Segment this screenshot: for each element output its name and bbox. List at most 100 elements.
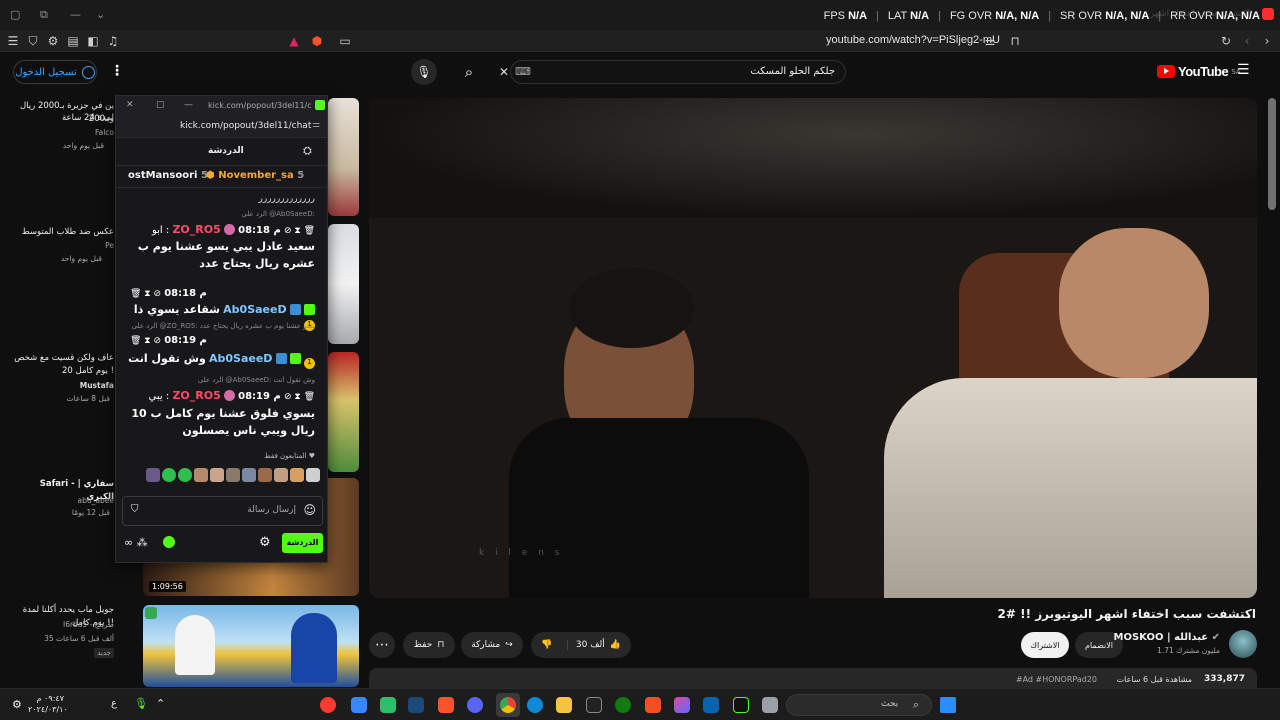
emote-bar[interactable]: [124, 468, 320, 484]
music-icon[interactable]: ♫: [106, 34, 120, 48]
mod-actions-icon[interactable]: 🗑 ⧗ ⊘: [130, 336, 161, 346]
emote-icon[interactable]: [226, 468, 240, 482]
kick-coin-icon[interactable]: [163, 536, 176, 548]
keyboard-icon[interactable]: ⌨: [515, 65, 531, 78]
related-title-3[interactable]: عاف ولكن قسيت مع شخص: [10, 352, 114, 365]
discord-icon[interactable]: [467, 697, 483, 713]
search-button-icon[interactable]: ⌕: [452, 59, 486, 85]
chat-username[interactable]: ZO_RO5: [172, 389, 220, 402]
related-channel-1[interactable]: Falco: [95, 128, 114, 137]
bookmark-icon[interactable]: ⊓: [1008, 34, 1022, 48]
related-thumbnail-3[interactable]: [328, 352, 359, 472]
gear-icon[interactable]: ⚙: [46, 34, 60, 48]
related-thumbnail-2[interactable]: [328, 224, 359, 344]
related-channel-2[interactable]: Pe: [105, 241, 114, 250]
app-icon-grey[interactable]: [762, 697, 778, 713]
related-channel-3[interactable]: Mustafa: [80, 381, 114, 390]
copilot-icon[interactable]: [674, 697, 690, 713]
chat-message-1[interactable]: ابو : ZO_RO5 م 08:18 ⊘ ⧗ 🗑: [126, 223, 315, 236]
people-icon[interactable]: ⁂: [137, 536, 148, 549]
chat-settings-icon[interactable]: ⚙: [259, 535, 271, 550]
emote-icon[interactable]: [194, 468, 208, 482]
dislike-icon[interactable]: 👎: [541, 640, 552, 650]
related-channel-4[interactable]: abu_abee: [78, 496, 114, 505]
reply-ref-4[interactable]: الرد على @Ab0SaeeD: وش تقول انت: [126, 376, 315, 384]
share-button[interactable]: مشاركة ↪: [461, 632, 523, 658]
xbox-icon[interactable]: [615, 697, 631, 713]
more-actions-icon[interactable]: ⋯: [369, 632, 395, 658]
youtube-logo[interactable]: YouTube SA: [1157, 64, 1241, 79]
steam-icon[interactable]: [408, 697, 424, 713]
clock[interactable]: ٠٩:٤٧ م ٢٠٢٤/٠٣/١٠: [28, 693, 68, 715]
mod-actions-icon[interactable]: ⊘ ⧗ 🗑: [284, 226, 315, 236]
chat-message-3[interactable]: وش تقول انت Ab0SaeeD 1: [126, 352, 315, 369]
popup-close-icon[interactable]: ✕: [126, 100, 134, 110]
shield-icon[interactable]: ⛉: [131, 504, 139, 515]
folder-icon[interactable]: [556, 697, 572, 713]
chat-username[interactable]: ZO_RO5: [172, 223, 220, 236]
tabs-icon[interactable]: ▤: [66, 34, 80, 48]
subscribe-button[interactable]: الاشتراك: [1021, 632, 1069, 658]
hashtags[interactable]: #Ad #HONORPad20: [1016, 675, 1097, 684]
more-options-icon[interactable]: ⋮: [110, 63, 124, 79]
minimize-icon[interactable]: —: [70, 8, 81, 21]
back-icon[interactable]: ‹: [1240, 34, 1254, 48]
emoji-icon[interactable]: ☺: [303, 503, 316, 517]
reload-icon[interactable]: ↻: [1219, 34, 1233, 48]
video-player[interactable]: k i l e n s: [369, 98, 1257, 598]
chat-message-4[interactable]: يبي : ZO_RO5 م 08:19 ⊘ ⧗ 🗑: [126, 389, 315, 402]
forward-icon[interactable]: ›: [1260, 34, 1274, 48]
emote-icon[interactable]: [178, 468, 192, 482]
reply-ref-3[interactable]: الرد على @ZO_RO5: يسو عشنا يوم ب عشره ري…: [126, 322, 315, 330]
save-button[interactable]: حفظ ⊓: [403, 632, 455, 658]
like-button[interactable]: 30 ألف 👍: [566, 640, 621, 650]
kick-chat-popup[interactable]: ✕ ▢ — kick.com/popout/3del11/ch... kick.…: [115, 95, 328, 563]
tray-chevron-icon[interactable]: ⌃: [156, 697, 165, 710]
emote-icon[interactable]: [290, 468, 304, 482]
mod-actions-icon[interactable]: ⊘ ⧗ 🗑: [284, 392, 315, 402]
emote-icon[interactable]: [306, 468, 320, 482]
microphone-icon[interactable]: 🎙: [134, 697, 148, 710]
top-user-2[interactable]: ⬢ November_sa 5: [206, 170, 304, 181]
popup-maximize-icon[interactable]: ▢: [156, 100, 165, 110]
reply-ref-1[interactable]: الرد على @Ab0SaeeD:: [126, 210, 315, 218]
brave-icon[interactable]: [438, 697, 454, 713]
settings-icon[interactable]: ⚙: [12, 698, 22, 711]
send-chat-button[interactable]: الدردشة: [282, 533, 323, 553]
app-icon-dark[interactable]: [733, 697, 749, 713]
taskbar-search[interactable]: بحث ⌕: [786, 694, 932, 716]
leaderboard-icon[interactable]: ⛭: [303, 144, 312, 158]
popup-url[interactable]: kick.com/popout/3del11/chat: [180, 121, 311, 131]
clear-search-icon[interactable]: ✕: [499, 65, 509, 79]
app-icon-3[interactable]: [380, 697, 396, 713]
scrollbar-thumb[interactable]: [1268, 98, 1276, 210]
brave-shield-icon[interactable]: ⬢: [310, 34, 324, 48]
chat-input[interactable]: ⛉ إرسال رسالة ☺: [122, 496, 323, 526]
app-icon-1[interactable]: [320, 697, 336, 713]
top-user-1[interactable]: ostMansoori 5: [128, 170, 208, 181]
site-settings-icon[interactable]: ⚌: [983, 34, 997, 48]
tab-title[interactable]: اكتشفت سبب اختفاء اشهر: [1150, 9, 1250, 19]
windows-start-icon[interactable]: [940, 697, 956, 713]
related-channel-5[interactable]: I6rba5 - طرباخ: [63, 620, 114, 629]
search-input[interactable]: ✕ ⌨ جلكم الحلو المسكت: [499, 60, 846, 84]
related-thumbnail-5[interactable]: [143, 605, 359, 687]
mod-actions-icon[interactable]: 🗑 ⧗ ⊘: [130, 289, 161, 299]
emote-icon[interactable]: [242, 468, 256, 482]
triangle-icon[interactable]: ▲: [287, 34, 301, 48]
emote-icon[interactable]: [146, 468, 160, 482]
edge-icon[interactable]: [527, 697, 543, 713]
popup-settings-icon[interactable]: ⚌: [312, 120, 320, 130]
sidebar-icon[interactable]: ◧: [86, 34, 100, 48]
language-indicator[interactable]: ع: [111, 698, 117, 709]
emote-icon[interactable]: [274, 468, 288, 482]
chrome-icon[interactable]: [500, 697, 516, 713]
restore-icon[interactable]: ⧉: [40, 8, 48, 22]
outlook-icon[interactable]: [703, 697, 719, 713]
popup-minimize-icon[interactable]: —: [184, 100, 193, 110]
channel-name[interactable]: MOSKOO | عبدالله ✔: [1114, 632, 1220, 643]
address-bar[interactable]: youtube.com/watch?v=PiSljeg2-mU: [826, 34, 1000, 46]
chat-username[interactable]: Ab0SaeeD: [223, 303, 286, 316]
related-thumbnail-1[interactable]: [328, 98, 359, 216]
voice-search-icon[interactable]: 🎙: [411, 59, 437, 85]
